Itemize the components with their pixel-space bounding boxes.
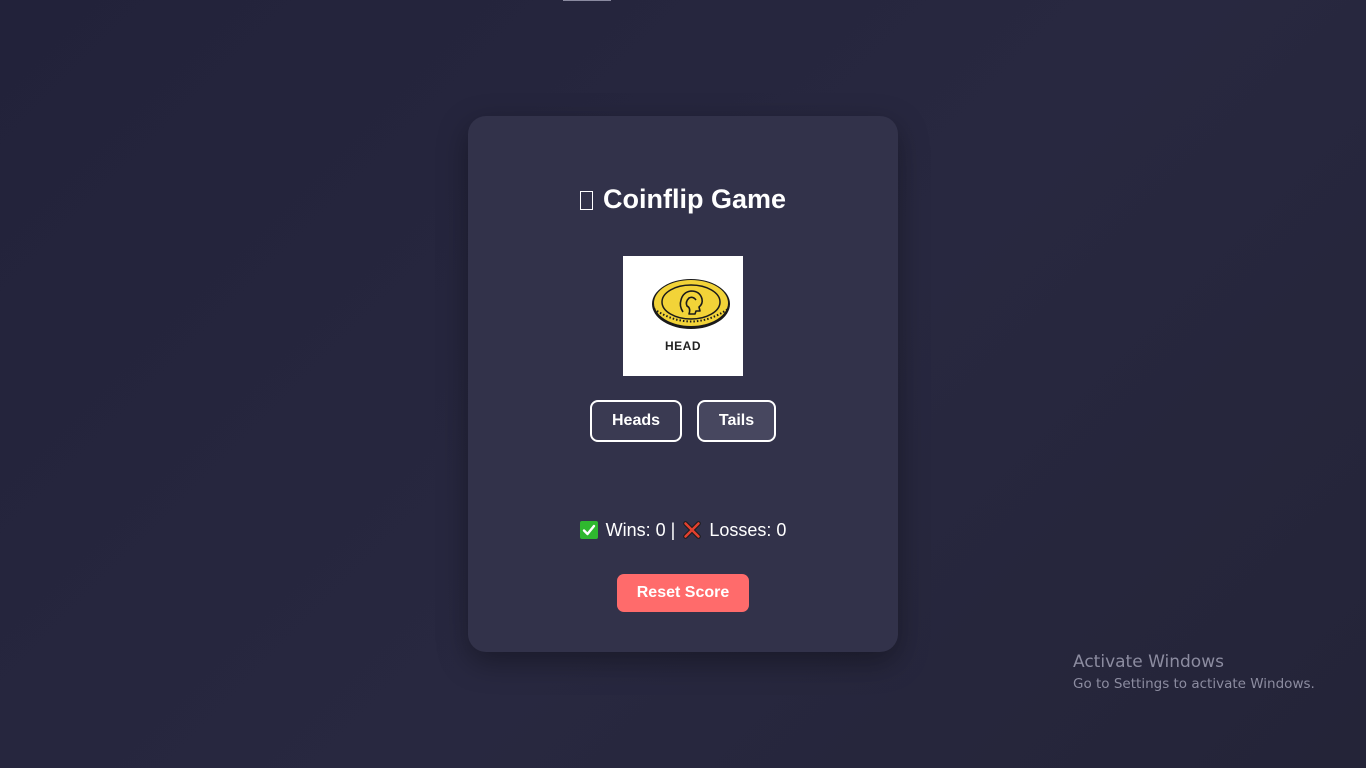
score-display: Wins: 0 | Losses: 0	[468, 519, 898, 541]
score-separator: |	[670, 520, 676, 540]
top-edge-marker	[563, 0, 611, 1]
watermark-subtitle: Go to Settings to activate Windows.	[1073, 676, 1315, 692]
cross-mark-icon	[683, 521, 702, 539]
reset-score-button[interactable]: Reset Score	[617, 574, 749, 612]
coin-face-label: HEAD	[664, 339, 701, 353]
losses-count: Losses: 0	[709, 520, 787, 540]
activate-windows-watermark: Activate Windows Go to Settings to activ…	[1073, 651, 1315, 694]
watermark-title: Activate Windows	[1073, 652, 1224, 672]
title-text: Coinflip Game	[602, 184, 786, 214]
heads-button[interactable]: Heads	[590, 400, 682, 442]
wins-count: Wins: 0	[605, 520, 666, 540]
check-mark-icon	[579, 521, 598, 539]
coin-head-icon	[652, 279, 730, 329]
page-title: Coinflip Game	[468, 182, 898, 216]
missing-glyph-icon	[579, 191, 593, 210]
game-card: Coinflip Game HEAD Heads Tails Wins: 0 |…	[468, 116, 898, 652]
coin-image: HEAD	[623, 256, 743, 376]
tails-button[interactable]: Tails	[697, 400, 776, 442]
